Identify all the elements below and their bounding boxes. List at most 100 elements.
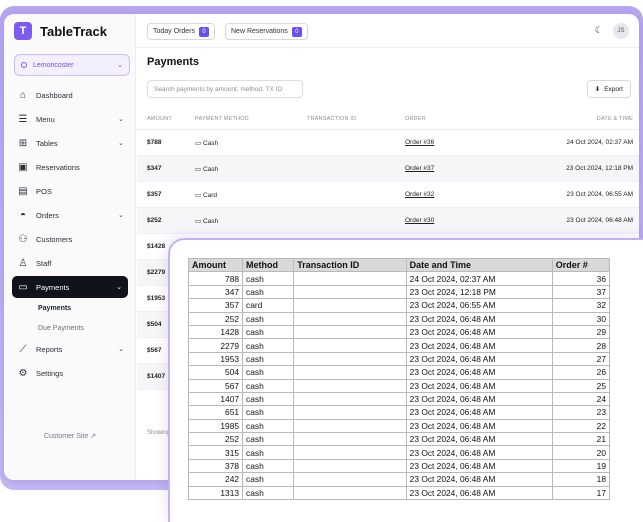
sidebar-item-payments[interactable]: ▭ Payments ⌄ bbox=[12, 276, 128, 298]
sheet-cell: 23 Oct 2024, 06:48 AM bbox=[405, 311, 553, 326]
sheet-cell: 22 bbox=[551, 418, 611, 434]
brand[interactable]: T TableTrack bbox=[14, 22, 107, 40]
download-icon: ⬇ bbox=[594, 86, 601, 93]
sidebar-subitem-due-payments[interactable]: Due Payments bbox=[4, 318, 136, 338]
sidebar-item-orders[interactable]: ◓ Orders ⌄ bbox=[4, 204, 136, 226]
payment-method-icon: ▭ bbox=[195, 191, 203, 199]
cell-order[interactable]: Order #32 bbox=[405, 191, 434, 198]
sheet-cell: 18 bbox=[551, 472, 611, 487]
sheet-cell: cash bbox=[242, 485, 295, 501]
sheet-cell: 1953 bbox=[187, 351, 244, 367]
sidebar: T TableTrack Lemoncoster ⌄ ⌂ Dashboard ☰ Me… bbox=[4, 14, 136, 480]
table-row[interactable]: $357 ▭ Card Order #32 23 Oct 2024, 06:55 AM bbox=[137, 182, 639, 208]
method-label: Cash bbox=[202, 165, 219, 173]
sheet-cell bbox=[293, 271, 407, 286]
external-link-icon: ↗ bbox=[90, 433, 97, 440]
sidebar-item-pos[interactable]: ▤ POS bbox=[4, 180, 136, 202]
column-header[interactable]: PAYMENT METHOD bbox=[195, 116, 249, 122]
user-icon: ♙ bbox=[18, 257, 28, 269]
sheet-cell: 23 Oct 2024, 06:48 AM bbox=[405, 458, 553, 474]
sheet-cell bbox=[293, 378, 407, 393]
cell-method: ▭ Cash bbox=[195, 139, 218, 147]
sidebar-item-menu[interactable]: ☰ Menu ⌄ bbox=[4, 108, 136, 130]
cell-order[interactable]: Order #37 bbox=[405, 165, 434, 172]
sidebar-item-staff[interactable]: ♙ Staff bbox=[4, 252, 136, 274]
sheet-cell: 23 Oct 2024, 06:48 AM bbox=[405, 391, 553, 407]
column-header[interactable]: TRANSACTION ID bbox=[307, 116, 356, 122]
sheet-cell: 32 bbox=[551, 298, 611, 313]
sheet-cell: 242 bbox=[187, 472, 244, 487]
sheet-row: 1407 cash 23 Oct 2024, 06:48 AM 24 bbox=[187, 391, 611, 407]
cell-order[interactable]: Order #36 bbox=[405, 139, 434, 146]
sidebar-item-label: Dashboard bbox=[36, 90, 73, 100]
column-header[interactable]: DATE & TIME bbox=[597, 116, 633, 122]
new-reservations-button[interactable]: New Reservations 0 bbox=[225, 23, 308, 40]
spreadsheet-table: Amount Method Transaction ID Date and Time O… bbox=[187, 257, 611, 501]
sheet-cell bbox=[293, 284, 407, 300]
export-button[interactable]: ⬇ Export bbox=[586, 80, 631, 98]
column-header[interactable]: AMOUNT bbox=[147, 116, 172, 122]
sheet-cell: 23 Oct 2024, 12:18 PM bbox=[405, 284, 553, 300]
customer-site-link[interactable]: Customer Site ↗ bbox=[4, 432, 136, 440]
sheet-row: 1953 cash 23 Oct 2024, 06:48 AM 27 bbox=[187, 351, 611, 367]
sheet-cell bbox=[293, 351, 407, 367]
payment-method-icon: ▭ bbox=[195, 165, 203, 173]
sheet-cell: 788 bbox=[187, 271, 244, 286]
sheet-cell: 36 bbox=[551, 271, 611, 286]
cell-amount: $567 bbox=[147, 347, 162, 354]
sidebar-item-reports[interactable]: ⟋ Reports ⌄ bbox=[4, 338, 136, 360]
sheet-cell: 24 bbox=[551, 391, 611, 407]
cell-amount: $1953 bbox=[147, 295, 166, 302]
sheet-cell: 347 bbox=[187, 284, 244, 300]
column-header[interactable]: ORDER bbox=[405, 116, 426, 122]
sidebar-item-label: Customers bbox=[36, 234, 73, 244]
sheet-cell: 357 bbox=[187, 298, 244, 313]
customer-site-label: Customer Site bbox=[43, 433, 89, 440]
sidebar-subitem-payments[interactable]: Payments bbox=[4, 298, 136, 318]
sheet-cell: 1428 bbox=[187, 324, 244, 340]
sidebar-item-reservations[interactable]: ▣ Reservations bbox=[4, 156, 136, 178]
today-orders-button[interactable]: Today Orders 0 bbox=[147, 23, 216, 40]
sheet-row: 252 cash 23 Oct 2024, 06:48 AM 21 bbox=[187, 432, 611, 447]
table-icon: ⊞ bbox=[18, 137, 28, 149]
sheet-row: 1985 cash 23 Oct 2024, 06:48 AM 22 bbox=[187, 418, 611, 434]
sheet-cell: 20 bbox=[551, 445, 611, 460]
sheet-cell bbox=[293, 298, 407, 313]
table-row[interactable]: $347 ▭ Cash Order #37 23 Oct 2024, 12:18 PM bbox=[137, 156, 639, 182]
sheet-row: 651 cash 23 Oct 2024, 06:48 AM 23 bbox=[187, 405, 611, 420]
cell-order[interactable]: Order #30 bbox=[405, 217, 434, 224]
sidebar-item-customers[interactable]: ⚇ Customers bbox=[4, 228, 136, 250]
table-row[interactable]: $788 ▭ Cash Order #36 24 Oct 2024, 02:37 AM bbox=[137, 130, 639, 156]
sheet-cell: cash bbox=[242, 365, 295, 380]
sheet-cell: cash bbox=[242, 351, 295, 367]
chevron-down-icon: ⌄ bbox=[117, 62, 123, 69]
sheet-cell bbox=[293, 472, 407, 487]
sidebar-item-dashboard[interactable]: ⌂ Dashboard bbox=[4, 84, 136, 106]
sheet-cell: 30 bbox=[551, 311, 611, 326]
sidebar-item-tables[interactable]: ⊞ Tables ⌄ bbox=[4, 132, 136, 154]
cell-amount: $504 bbox=[147, 321, 162, 328]
sheet-cell: 23 Oct 2024, 06:48 AM bbox=[405, 378, 553, 393]
sheet-row: 1428 cash 23 Oct 2024, 06:48 AM 29 bbox=[187, 324, 611, 340]
sheet-cell: 1313 bbox=[187, 485, 244, 501]
sheet-row: 347 cash 23 Oct 2024, 12:18 PM 37 bbox=[187, 284, 611, 300]
method-label: Cash bbox=[202, 139, 219, 147]
sheet-header-cell: Transaction ID bbox=[293, 257, 407, 273]
table-row[interactable]: $252 ▭ Cash Order #30 23 Oct 2024, 06:48 AM bbox=[137, 208, 639, 234]
wallet-icon: ▭ bbox=[18, 281, 28, 293]
avatar[interactable]: JS bbox=[613, 23, 629, 39]
cell-amount: $357 bbox=[147, 191, 162, 198]
sheet-row: 357 card 23 Oct 2024, 06:55 AM 32 bbox=[187, 298, 611, 313]
cell-amount: $252 bbox=[147, 217, 162, 224]
sheet-row: 252 cash 23 Oct 2024, 06:48 AM 30 bbox=[187, 311, 611, 326]
location-select[interactable]: Lemoncoster ⌄ bbox=[14, 54, 130, 76]
dark-mode-icon[interactable]: ☾ bbox=[595, 25, 603, 36]
cloche-icon: ◓ bbox=[19, 209, 27, 221]
cell-date: 24 Oct 2024, 02:37 AM bbox=[566, 139, 634, 146]
sidebar-item-settings[interactable]: ⚙ Settings bbox=[4, 362, 136, 384]
sheet-cell: 1407 bbox=[187, 391, 244, 407]
chevron-down-icon: ⌄ bbox=[118, 140, 124, 147]
search-input[interactable]: Search payments by amount, method, TX ID bbox=[147, 80, 303, 98]
sidebar-item-label: Menu bbox=[36, 114, 55, 124]
sheet-cell: 23 Oct 2024, 06:48 AM bbox=[405, 432, 553, 447]
